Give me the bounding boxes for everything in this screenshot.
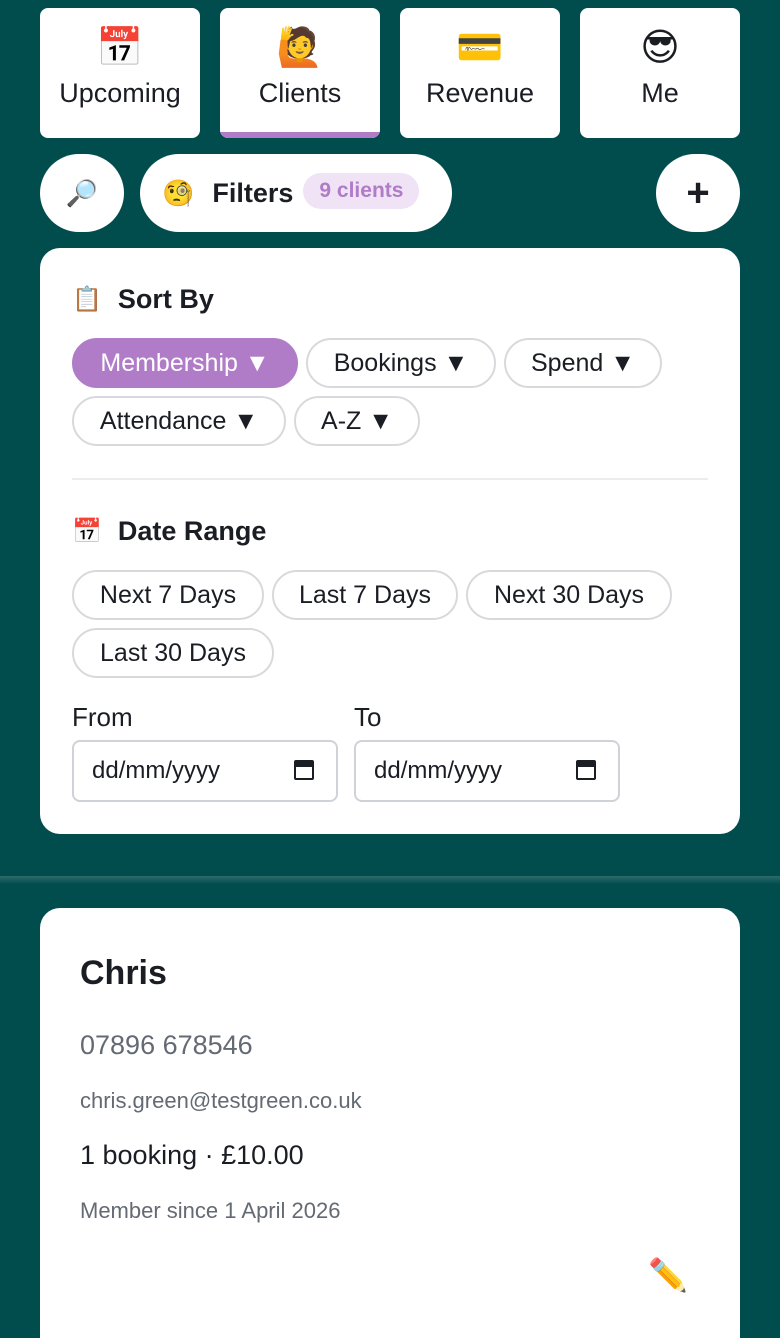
sort-chip-attendance[interactable]: Attendance ▼ [72,396,286,446]
monocle-face-icon: 🧐 [162,177,195,208]
tab-upcoming-label: Upcoming [59,78,181,108]
clipboard-icon: 📋 [72,286,102,313]
calendar-picker-icon[interactable] [294,760,314,780]
add-client-button[interactable]: + [656,154,740,232]
tab-clients-label: Clients [258,78,342,108]
client-card[interactable]: Chris 07896 678546 chris.green@testgreen… [40,908,740,1338]
calendar-picker-icon[interactable] [576,760,596,780]
client-phone[interactable]: 07896 678546 [80,1030,253,1061]
section-divider [72,478,708,480]
filters-button[interactable]: 🧐 Filters 9 clients [140,154,452,232]
tab-clients[interactable]: 🙋 Clients [220,8,380,138]
calendar-icon: 📅 [96,27,144,69]
date-chip-last-7-days[interactable]: Last 7 Days [272,570,458,620]
tab-revenue-label: Revenue [425,78,535,108]
date-chip-last-30-days[interactable]: Last 30 Days [72,628,274,678]
sort-chip-membership[interactable]: Membership ▼ [72,338,298,388]
from-date-input[interactable]: dd/mm/yyyy [72,740,338,802]
top-nav: 📅 Upcoming 🙋 Clients 💳 Revenue 😎 Me [40,8,740,138]
date-range-title: Date Range [117,516,267,546]
tab-me-label: Me [641,78,679,108]
sort-chip-a-z[interactable]: A-Z ▼ [294,396,420,446]
date-range-heading: 📅 Date Range [72,516,266,547]
from-label: From [72,702,133,732]
plus-icon: + [686,170,710,215]
search-button[interactable]: 🔎 [40,154,124,232]
to-date-placeholder: dd/mm/yyyy [374,757,503,784]
raising-hand-icon: 🙋 [276,27,324,69]
calendar-icon: 📅 [72,518,102,545]
toolbar: 🔎 🧐 Filters 9 clients + [40,154,740,232]
filter-panel: 📋 Sort By Membership ▼ Bookings ▼ Spend … [40,248,740,834]
client-bookings-summary: 1 booking · £10.00 [80,1140,304,1170]
date-chip-next-7-days[interactable]: Next 7 Days [72,570,264,620]
to-date-input[interactable]: dd/mm/yyyy [354,740,620,802]
magnifier-icon: 🔎 [65,177,99,208]
tab-revenue[interactable]: 💳 Revenue [400,8,560,138]
tab-me[interactable]: 😎 Me [580,8,740,138]
pencil-icon[interactable]: ✏️ [648,1256,688,1294]
filters-label: Filters [212,177,294,208]
date-chip-next-30-days[interactable]: Next 30 Days [466,570,672,620]
client-count-badge: 9 clients [303,173,420,209]
client-name: Chris [80,954,167,992]
client-member-since: Member since 1 April 2026 [80,1198,341,1223]
credit-card-icon: 💳 [456,27,504,69]
sort-chip-bookings[interactable]: Bookings ▼ [306,338,496,388]
tab-upcoming[interactable]: 📅 Upcoming [40,8,200,138]
client-email[interactable]: chris.green@testgreen.co.uk [80,1088,362,1114]
sort-by-title: Sort By [117,284,214,314]
sort-by-heading: 📋 Sort By [72,284,214,315]
sunglasses-face-icon: 😎 [640,27,680,69]
to-label: To [354,702,382,732]
sticky-header-divider [0,876,780,884]
from-date-placeholder: dd/mm/yyyy [92,757,221,784]
sort-chip-spend[interactable]: Spend ▼ [504,338,662,388]
